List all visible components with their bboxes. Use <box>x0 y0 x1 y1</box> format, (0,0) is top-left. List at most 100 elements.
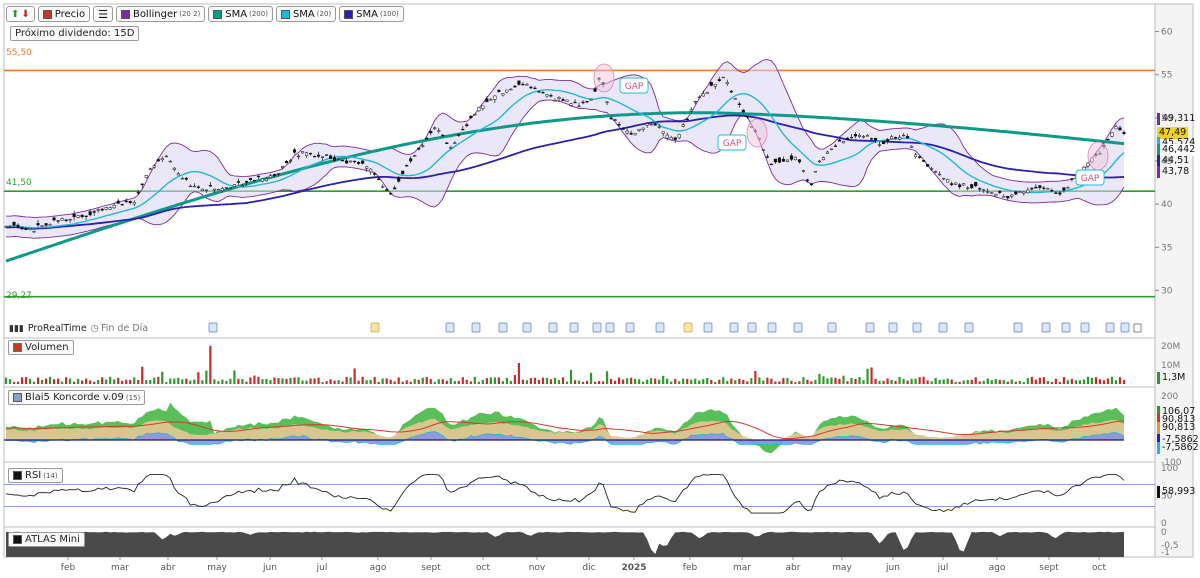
volume-bar <box>193 379 196 384</box>
list-button[interactable]: ☰ <box>93 6 113 22</box>
candle-body <box>946 179 950 183</box>
candle-body <box>292 149 297 153</box>
volume-bar <box>890 379 893 384</box>
volume-bar <box>758 377 761 384</box>
volume-bar <box>1074 380 1078 384</box>
price-tick-label: 30 <box>1161 286 1173 296</box>
indicator-sma20[interactable]: SMA (20) <box>275 6 337 22</box>
volume-bar <box>954 381 957 384</box>
volume-tick-label: 10M <box>1161 361 1180 371</box>
candle-body <box>785 159 789 162</box>
candle-body <box>701 93 705 97</box>
candle-body <box>970 184 974 189</box>
volume-bar <box>245 381 248 384</box>
info-icon <box>1133 323 1142 333</box>
candle-body <box>914 154 918 158</box>
volume-bar <box>858 377 861 384</box>
candle-body <box>689 109 693 112</box>
indicator-param: (200) <box>249 10 268 18</box>
volume-bar <box>1034 379 1037 384</box>
candle-body <box>381 186 385 188</box>
volume-bar <box>782 378 785 384</box>
candle-body <box>477 107 481 112</box>
volume-bar <box>517 363 521 384</box>
source-label: ProRealTime <box>27 323 87 334</box>
volume-bar <box>69 378 72 384</box>
candle-body <box>886 139 890 142</box>
candle-body <box>325 154 329 156</box>
candle-body <box>737 103 741 105</box>
candle-body <box>449 147 453 149</box>
volume-bar <box>389 379 392 384</box>
volume-bar <box>962 380 965 384</box>
candle-body <box>821 157 826 161</box>
volume-bar <box>233 370 236 384</box>
dividend-icon <box>498 322 508 333</box>
volume-bar <box>545 377 549 384</box>
candle-body <box>605 101 609 103</box>
atlas-title[interactable]: ATLAS Mini <box>8 532 85 547</box>
rsi-swatch <box>13 471 22 480</box>
volume-bar <box>89 380 92 384</box>
candle-body <box>733 98 737 100</box>
indicator-bollinger[interactable]: Bollinger (20 2) <box>115 6 206 22</box>
candle-body <box>986 191 990 193</box>
candle-body <box>248 177 252 180</box>
price-button[interactable]: Precio <box>37 6 91 22</box>
volume-bar <box>105 379 108 384</box>
rsi-title[interactable]: RSI (14) <box>8 468 63 483</box>
source-row: ▮▮▮ ProRealTime ◷ Fin de Día <box>9 323 148 334</box>
dividend-icon <box>964 322 974 333</box>
indicator-name: SMA <box>225 8 248 20</box>
x-axis-label: may <box>207 563 227 573</box>
candle-body <box>72 214 76 218</box>
volume-bar <box>437 379 440 384</box>
volume-bar <box>377 381 380 384</box>
candle-body <box>317 154 321 157</box>
candle-body <box>136 192 140 194</box>
arrows-button[interactable]: ⬆ ⬇ <box>6 6 35 22</box>
candle-body <box>709 82 713 86</box>
x-axis-label: sept <box>1039 563 1059 573</box>
dividend-icon <box>655 322 665 333</box>
volume-bar <box>417 379 420 384</box>
candle-body <box>874 137 878 141</box>
x-axis-label: abr <box>161 563 176 573</box>
candle-body <box>425 137 429 140</box>
dividend-icon <box>865 322 875 333</box>
volume-bar <box>16 381 20 384</box>
dividend-icon <box>827 322 837 333</box>
candle-body <box>1022 191 1026 194</box>
volume-bar <box>65 377 68 384</box>
volume-bar <box>577 380 581 384</box>
bar-chart-icon: ▮▮▮ <box>9 323 24 334</box>
candle-body <box>573 101 577 104</box>
indicator-sma100[interactable]: SMA (100) <box>339 6 404 22</box>
koncorde-title[interactable]: Blai5 Koncorde v.09 (15) <box>8 390 146 405</box>
x-axis-label: mar <box>733 563 751 573</box>
candle-body <box>48 224 52 226</box>
volume-title[interactable]: Volumen <box>8 340 74 355</box>
dividend-notice: Próximo dividendo: 15D <box>10 26 140 41</box>
candle-body <box>713 84 717 87</box>
candle-body <box>236 181 240 183</box>
volume-bar <box>754 370 757 384</box>
volume-bar <box>918 377 921 384</box>
candle-body <box>457 134 461 136</box>
volume-bar <box>381 378 384 384</box>
candle-body <box>857 135 862 137</box>
volume-bar <box>662 375 665 384</box>
indicator-sma200[interactable]: SMA (200) <box>208 6 273 22</box>
candle-body <box>208 185 212 187</box>
volume-bar <box>1010 379 1013 384</box>
volume-bar <box>946 378 949 384</box>
candle-body <box>481 105 485 109</box>
candle-body <box>809 183 813 186</box>
volume-bar <box>714 381 717 384</box>
candle-body <box>910 145 914 148</box>
candle-body <box>697 96 701 99</box>
volume-bar <box>241 379 244 384</box>
dividend-icon <box>793 322 803 333</box>
badge-koncorde-5: -7,5862 <box>1157 442 1200 454</box>
candle-body <box>609 117 613 120</box>
